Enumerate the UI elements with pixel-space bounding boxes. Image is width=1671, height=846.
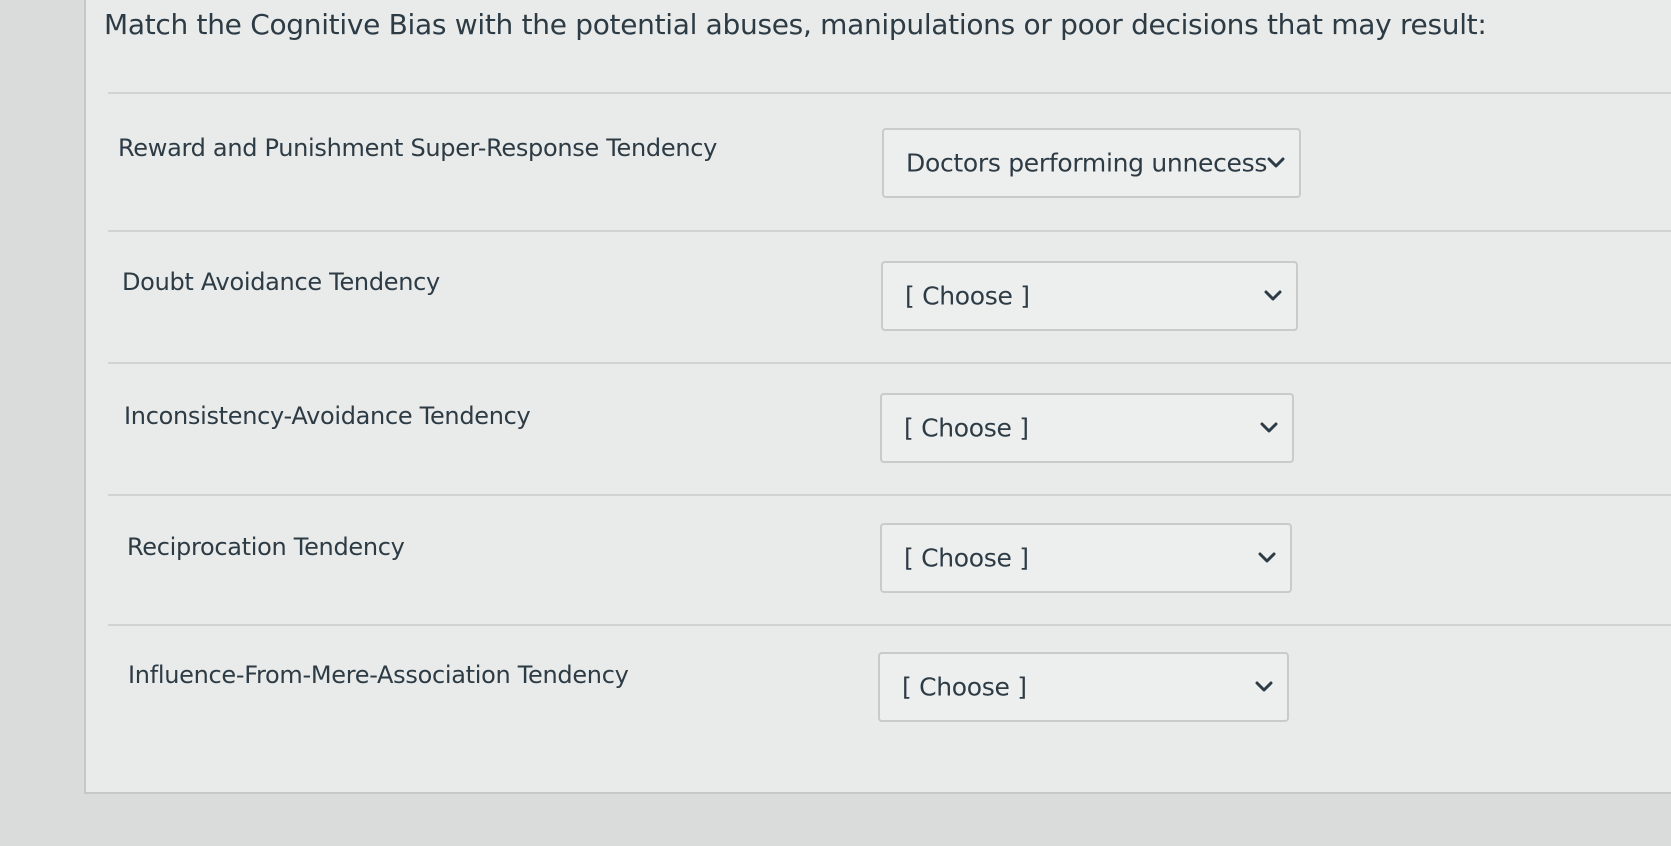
selected-answer: [ Choose ] (904, 543, 1029, 573)
chevron-down-icon (1264, 290, 1282, 301)
question-prompt: Match the Cognitive Bias with the potent… (104, 8, 1487, 41)
bias-label-doubt-avoidance: Doubt Avoidance Tendency (122, 268, 440, 296)
bias-label-inconsistency-avoidance: Inconsistency-Avoidance Tendency (124, 402, 531, 430)
chevron-down-icon (1258, 552, 1276, 563)
answer-select-doubt-avoidance[interactable]: [ Choose ] (881, 261, 1298, 331)
chevron-down-icon (1267, 157, 1285, 168)
chevron-down-icon (1255, 681, 1273, 692)
selected-answer: [ Choose ] (905, 281, 1030, 311)
row-divider (108, 230, 1671, 232)
answer-select-inconsistency-avoidance[interactable]: [ Choose ] (880, 393, 1294, 463)
row-divider (108, 362, 1671, 364)
chevron-down-icon (1260, 422, 1278, 433)
answer-select-mere-association[interactable]: [ Choose ] (878, 652, 1289, 722)
bias-label-reward-punishment: Reward and Punishment Super-Response Ten… (118, 134, 718, 162)
selected-answer: [ Choose ] (902, 672, 1027, 702)
bias-label-mere-association: Influence-From-Mere-Association Tendency (128, 661, 629, 689)
selected-answer: Doctors performing unnecess (906, 148, 1268, 178)
selected-answer: [ Choose ] (904, 413, 1029, 443)
answer-select-reciprocation[interactable]: [ Choose ] (880, 523, 1292, 593)
bias-label-reciprocation: Reciprocation Tendency (127, 533, 405, 561)
row-divider (108, 494, 1671, 496)
row-divider (108, 624, 1671, 626)
answer-select-reward-punishment[interactable]: Doctors performing unnecess (882, 128, 1301, 198)
row-divider (108, 92, 1671, 94)
